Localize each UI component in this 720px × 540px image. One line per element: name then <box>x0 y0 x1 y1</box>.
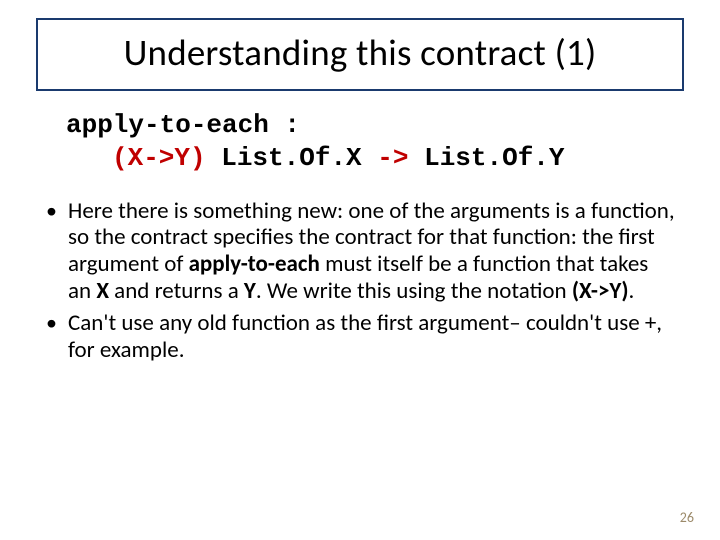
b2-text: Can't use any old function as the first … <box>68 309 662 364</box>
slide-title: Understanding this contract (1) <box>52 30 668 75</box>
b1-text-i: . <box>629 277 635 305</box>
code-arrow: -> <box>377 143 408 173</box>
bullet-1: Here there is something new: one of the … <box>46 198 676 305</box>
slide: Understanding this contract (1) apply-to… <box>0 0 720 540</box>
bullet-list: Here there is something new: one of the … <box>46 198 676 364</box>
bullet-2: Can't use any old function as the first … <box>46 310 676 363</box>
page-number: 26 <box>680 509 694 526</box>
b1-bold-x: X <box>96 277 109 305</box>
b1-bold-y: Y <box>244 277 256 305</box>
b1-text-e: and returns a <box>109 277 244 305</box>
code-fn-type: (X->Y) <box>112 143 206 173</box>
code-line-2: (X->Y) List.Of.X -> List.Of.Y <box>112 142 692 175</box>
b1-text-g: . We write this using the notation <box>256 277 572 305</box>
contract-code: apply-to-each : (X->Y) List.Of.X -> List… <box>66 109 692 176</box>
b1-bold-apply: apply-to-each <box>189 250 320 278</box>
code-seg-a: List.Of.X <box>206 143 378 173</box>
b1-bold-xy: (X->Y) <box>572 277 629 305</box>
title-box: Understanding this contract (1) <box>36 18 684 91</box>
code-seg-b: List.Of.Y <box>408 143 564 173</box>
code-line-1: apply-to-each : <box>66 109 692 142</box>
